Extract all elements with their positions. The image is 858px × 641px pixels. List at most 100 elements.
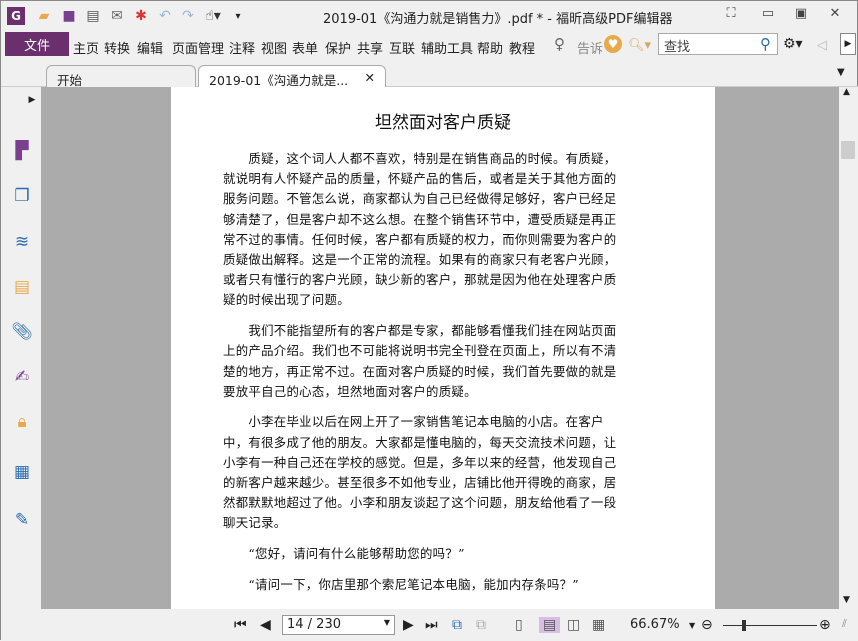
menu-connect[interactable]: 互联 bbox=[389, 38, 415, 57]
paragraph-line: 质疑做出解释。这是一个正常的流程。如果有的商家只有老客户光顾， bbox=[223, 252, 617, 267]
menu-form[interactable]: 表单 bbox=[292, 38, 318, 57]
expand-panel-icon[interactable]: ▶ bbox=[21, 89, 43, 111]
signature-icon[interactable]: ✍ bbox=[11, 366, 33, 388]
tab-bar: 开始 2019-01《沟通力就是... ✕ ▼ bbox=[1, 59, 858, 88]
document-title: 坦然面对客户质疑 bbox=[375, 113, 511, 133]
zoom-out-icon[interactable]: ⊖ bbox=[701, 617, 713, 633]
zoom-dropdown-icon[interactable]: ▼ bbox=[689, 621, 695, 630]
hand-tool-icon[interactable]: ☝▾ bbox=[204, 7, 222, 25]
print-icon[interactable]: ▤ bbox=[84, 7, 102, 25]
menu-bar: 文件 主页 转换 编辑 页面管理 注释 视图 表单 保护 共享 互联 辅助工具 … bbox=[1, 31, 858, 59]
menu-edit[interactable]: 编辑 bbox=[137, 38, 163, 57]
redo-icon[interactable]: ↷ bbox=[179, 7, 197, 25]
paragraph-line: 常不过的事情。任何时候，客户都有质疑的权力，而你则需要为客户的 bbox=[223, 231, 617, 247]
certificate-icon[interactable]: ✎ bbox=[11, 509, 33, 531]
security-lock-icon[interactable]: 🔒︎ bbox=[11, 411, 33, 433]
paragraph-line: 聊天记录。 bbox=[223, 515, 287, 531]
next-page-icon[interactable]: ▶ bbox=[403, 617, 414, 633]
paragraph-line: 上的产品介绍。我们也不可能将说明书完全刊登在页面上，所以有不清 bbox=[223, 343, 617, 359]
vertical-scrollbar[interactable]: ▲ ▼ bbox=[839, 87, 858, 609]
single-page-icon[interactable]: ▯ bbox=[515, 617, 523, 633]
minimize-button[interactable]: ▭ bbox=[756, 6, 780, 24]
zoom-in-icon[interactable]: ⊕ bbox=[819, 617, 831, 633]
pdf-page: 坦然面对客户质疑 质疑，这个词人人都不喜欢，特别是在销售商品的时候。有质疑， 就说… bbox=[171, 87, 715, 609]
paragraph-line: 够清楚了，但是客户却不这么想。在整个销售环节中，遭受质疑是再正 bbox=[223, 211, 617, 227]
menu-help[interactable]: 帮助 bbox=[477, 38, 503, 57]
undo-icon[interactable]: ↶ bbox=[156, 7, 174, 25]
window-title: 2019-01《沟通力就是销售力》.pdf * - 福昕高级PDF编辑器 bbox=[323, 12, 673, 27]
tell-me[interactable]: 告诉 bbox=[577, 38, 603, 57]
page-number-input[interactable]: 14 / 230 ▼ bbox=[282, 615, 395, 635]
open-icon[interactable]: ▰ bbox=[35, 7, 53, 25]
heart-icon[interactable]: ♥ bbox=[604, 35, 622, 53]
form-fields-icon[interactable]: ▦ bbox=[11, 461, 33, 483]
menu-comment[interactable]: 注释 bbox=[229, 38, 255, 57]
pages-icon[interactable]: ❐ bbox=[11, 185, 33, 207]
maximize-button[interactable]: ▣ bbox=[789, 6, 813, 24]
menu-file[interactable]: 文件 bbox=[5, 32, 69, 56]
status-bar: ⏮ ◀ 14 / 230 ▼ ▶ ⏭ ⧉ ⧉ ▯ ▤ ◫ ▦ 66.67% ▼ ⊖… bbox=[1, 609, 858, 641]
find-folder-icon[interactable]: 🔍︎▾ bbox=[628, 38, 651, 53]
scroll-up-icon[interactable]: ▲ bbox=[843, 87, 850, 97]
email-icon[interactable]: ✉ bbox=[108, 7, 126, 25]
zoom-slider-thumb[interactable] bbox=[741, 620, 746, 631]
tab-list-dropdown-icon[interactable]: ▼ bbox=[837, 67, 845, 78]
zoom-value[interactable]: 66.67% bbox=[630, 617, 680, 632]
tab-document[interactable]: 2019-01《沟通力就是... ✕ bbox=[198, 65, 386, 88]
continuous-page-icon[interactable]: ▤ bbox=[539, 617, 561, 633]
paragraph-line: 疑的时候出现了问题。 bbox=[223, 292, 350, 308]
save-icon[interactable]: ■ bbox=[60, 7, 78, 25]
menu-view[interactable]: 视图 bbox=[261, 38, 287, 57]
scroll-left-icon[interactable]: ◁ bbox=[817, 38, 827, 53]
fullscreen-icon[interactable]: ⛶ bbox=[719, 6, 743, 24]
paragraph-line: 的新客户越来越少。甚至很多不如他专业，店铺比他开得晚的商家，居 bbox=[223, 475, 617, 490]
facing-page-icon[interactable]: ◫ bbox=[567, 617, 580, 633]
paragraph-line: 或者只有懂行的客户光顾，缺少新的客户，那就是因为他在处理客户质 bbox=[223, 272, 617, 288]
document-canvas[interactable]: 坦然面对客户质疑 质疑，这个词人人都不喜欢，特别是在销售商品的时候。有质疑， 就说… bbox=[41, 87, 839, 609]
customize-toolbar-icon[interactable]: ▾ bbox=[229, 7, 247, 25]
left-panel: ▶ ▛ ❐ ≋ ▤ 📎︎ ✍ 🔒︎ ▦ ✎ bbox=[1, 87, 41, 609]
menu-convert[interactable]: 转换 bbox=[104, 38, 130, 57]
app-logo-icon[interactable]: G bbox=[7, 7, 25, 25]
menu-tutorial[interactable]: 教程 bbox=[509, 38, 535, 57]
page-thumbnail-icon[interactable]: ▛ bbox=[11, 140, 33, 162]
close-button[interactable]: ✕ bbox=[823, 6, 847, 24]
paragraph-line: 服务问题。不管怎么说，商家都认为自己已经做得足够好，客户已经足 bbox=[223, 191, 617, 207]
paragraph-line: 我们不能指望所有的客户都是专家，都能够看懂我们挂在网站页面 bbox=[223, 323, 617, 339]
last-page-icon[interactable]: ⏭ bbox=[425, 617, 438, 633]
paragraph-line: 楚的地方，再正常不过。在面对客户质疑的时候，我们首先要做的就是 bbox=[223, 363, 617, 379]
tab-label: 开始 bbox=[57, 73, 83, 88]
scroll-thumb[interactable] bbox=[841, 141, 855, 159]
paragraph-line: 小李在毕业以后在网上开了一家销售笔记本电脑的小店。在客户 bbox=[223, 414, 604, 430]
new-icon[interactable]: ✱ bbox=[132, 7, 150, 25]
zoom-slider[interactable] bbox=[723, 625, 817, 626]
paragraph-line: 小李有一种自己还在学校的感觉。但是，多年以来的经营，他发现自己 bbox=[223, 454, 617, 470]
resize-grip-icon[interactable]: ⫽ bbox=[842, 617, 847, 631]
previous-page-icon[interactable]: ◀ bbox=[260, 617, 271, 633]
paragraph-line: “请问一下，你店里那个索尼笔记本电脑，能加内存条吗？” bbox=[223, 576, 579, 592]
paragraph-line: 就说明有人怀疑产品的质量，怀疑产品的售后，或者是关于其他方面的 bbox=[223, 171, 617, 187]
menu-accessibility[interactable]: 辅助工具 bbox=[421, 38, 473, 57]
lightbulb-icon[interactable]: ♀ bbox=[554, 35, 565, 53]
paragraph-line: 要放平自己的心态，坦然地面对客户的质疑。 bbox=[223, 383, 477, 399]
scroll-down-icon[interactable]: ▼ bbox=[843, 595, 850, 605]
continuous-facing-icon[interactable]: ▦ bbox=[592, 617, 605, 633]
previous-view-icon[interactable]: ⧉ bbox=[452, 617, 462, 633]
settings-icon[interactable]: ⚙▾ bbox=[783, 36, 803, 52]
menu-page-management[interactable]: 页面管理 bbox=[172, 38, 224, 57]
menu-share[interactable]: 共享 bbox=[357, 38, 383, 57]
tab-close-icon[interactable]: ✕ bbox=[365, 70, 375, 85]
menu-protect[interactable]: 保护 bbox=[325, 38, 351, 57]
paragraph-line: “您好，请问有什么能够帮助您的吗？” bbox=[223, 546, 465, 562]
tab-label: 2019-01《沟通力就是... bbox=[209, 73, 349, 88]
title-bar: G ▰ ■ ▤ ✉ ✱ ↶ ↷ ☝▾ ▾ 2019-01《沟通力就是销售力》.p… bbox=[1, 1, 858, 31]
layers-icon[interactable]: ≋ bbox=[11, 231, 33, 253]
scroll-right-button[interactable]: ▶ bbox=[840, 33, 856, 55]
tab-start[interactable]: 开始 bbox=[46, 65, 196, 88]
menu-home[interactable]: 主页 bbox=[73, 38, 99, 57]
search-icon[interactable]: ⚲ bbox=[760, 35, 771, 53]
next-view-icon[interactable]: ⧉ bbox=[476, 617, 486, 633]
attachment-icon[interactable]: 📎︎ bbox=[11, 321, 33, 343]
first-page-icon[interactable]: ⏮ bbox=[234, 617, 247, 633]
comments-icon[interactable]: ▤ bbox=[11, 276, 33, 298]
